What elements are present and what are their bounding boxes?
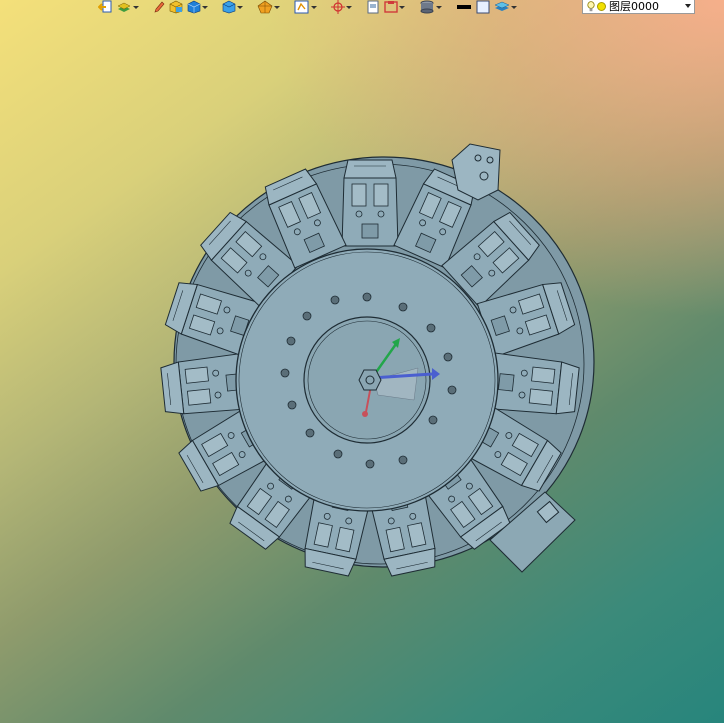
model-viewport[interactable]	[0, 0, 724, 723]
